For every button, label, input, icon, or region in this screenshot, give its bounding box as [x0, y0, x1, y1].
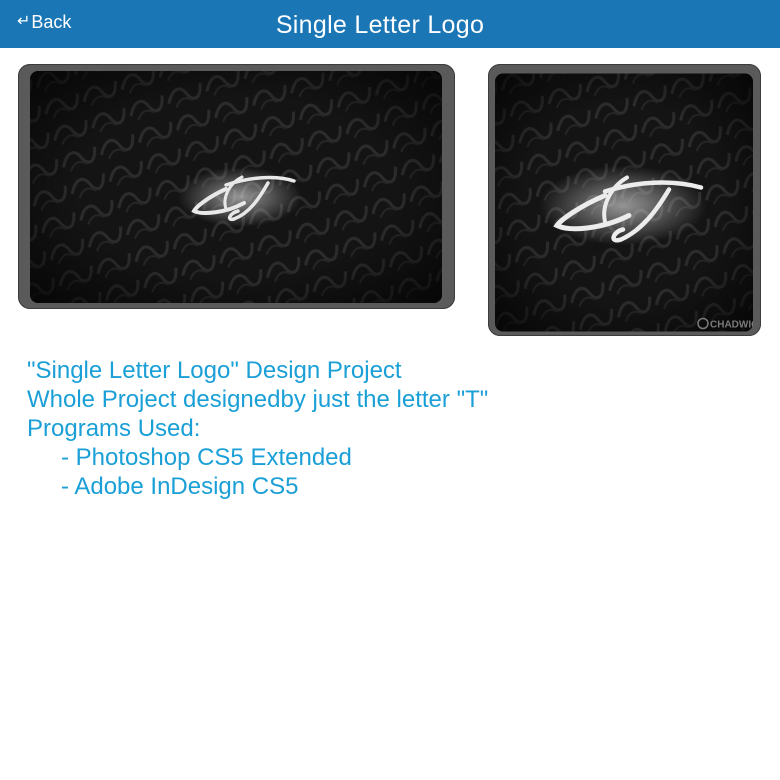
page-title: Single Letter Logo [275, 11, 485, 39]
logo-square-image: CHADWICK [495, 73, 753, 332]
svg-text:CHADWICK: CHADWICK [710, 320, 753, 331]
logo-square-mockup: CHADWICK [488, 64, 761, 336]
description-line-summary: Whole Project designedby just the letter… [27, 386, 489, 413]
project-description: "Single Letter Logo" Design Project Whol… [27, 356, 488, 501]
top-navigation-bar: ↵ Back Single Letter Logo [0, 0, 780, 48]
description-line-program-photoshop: - Photoshop CS5 Extended [61, 444, 352, 471]
description-line-programs-heading: Programs Used: [27, 415, 201, 442]
logo-wide-mockup [18, 64, 455, 309]
logo-wide-image [30, 71, 442, 303]
description-line-program-indesign: - Adobe InDesign CS5 [61, 473, 299, 500]
description-line-title: "Single Letter Logo" Design Project [27, 357, 402, 384]
